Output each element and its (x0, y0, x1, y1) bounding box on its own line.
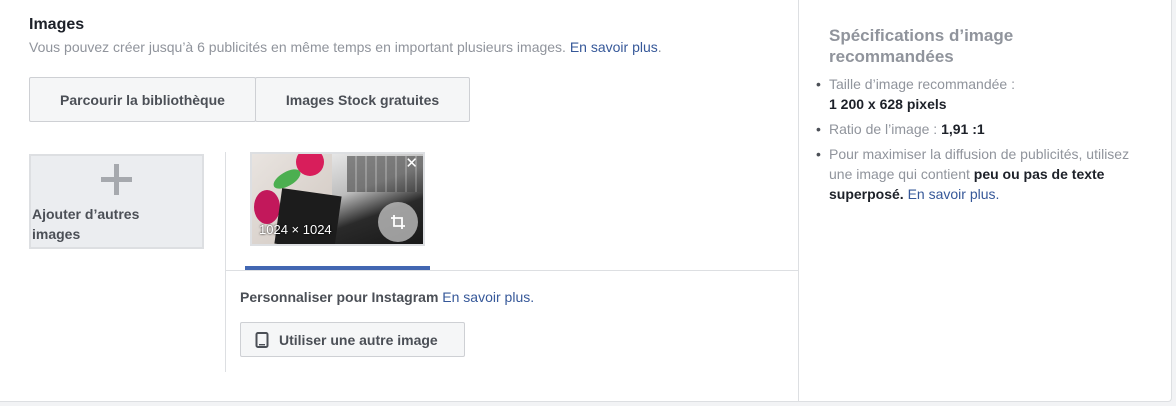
browse-library-button[interactable]: Parcourir la bibliothèque (29, 77, 256, 122)
spec-item-size: Taille d’image recommandée : 1 200 x 628… (816, 74, 1149, 114)
section-subtitle: Vous pouvez créer jusqu’à 6 publicités e… (29, 39, 662, 55)
crop-glyph (391, 215, 405, 229)
thumbnail-notebook (274, 188, 342, 244)
horizontal-divider (226, 270, 798, 271)
spec-size-text: Taille d’image recommandée : (829, 76, 1015, 92)
learn-more-link[interactable]: En savoir plus (570, 39, 658, 55)
thumbnail-flower (254, 190, 280, 224)
vertical-divider (225, 152, 226, 372)
add-images-label: Ajouter d’autres images (32, 206, 140, 242)
plus-icon (101, 164, 132, 195)
use-other-image-button[interactable]: Utiliser une autre image (240, 322, 465, 357)
section-title: Images (29, 16, 85, 33)
spec-item-text-overlay: Pour maximiser la diffusion de publicité… (816, 144, 1149, 204)
crop-icon[interactable] (378, 202, 418, 242)
image-dimensions: 1024 × 1024 (259, 222, 332, 237)
spec-ratio-text: Ratio de l’image : (829, 121, 938, 137)
image-thumbnail[interactable]: 1024 × 1024 ✕ (250, 152, 425, 246)
specs-title: Spécifications d’image recommandées (829, 26, 1014, 66)
phone-icon (255, 331, 269, 348)
subtitle-period: . (657, 39, 662, 55)
instagram-learn-more-link[interactable]: En savoir plus. (442, 289, 534, 305)
spec-learn-more-link[interactable]: En savoir plus. (908, 186, 1000, 202)
specs-panel: Spécifications d’image recommandées Tail… (798, 0, 1172, 402)
specs-list: Taille d’image recommandée : 1 200 x 628… (816, 74, 1149, 209)
instagram-customize: Personnaliser pour Instagram En savoir p… (240, 289, 534, 305)
instagram-label: Personnaliser pour Instagram (240, 289, 439, 305)
subtitle-text: Vous pouvez créer jusqu’à 6 publicités e… (29, 39, 566, 55)
spec-item-ratio: Ratio de l’image : 1,91 :1 (816, 119, 1149, 139)
close-icon[interactable]: ✕ (405, 156, 418, 172)
add-images-button[interactable]: Ajouter d’autres images (29, 154, 204, 249)
images-panel: Images Vous pouvez créer jusqu’à 6 publi… (0, 0, 798, 402)
image-settings-card: Images Vous pouvez créer jusqu’à 6 publi… (0, 0, 1172, 402)
stock-images-button[interactable]: Images Stock gratuites (255, 77, 470, 122)
spec-size-value: 1 200 x 628 pixels (829, 96, 947, 112)
spec-ratio-value: 1,91 :1 (941, 121, 985, 137)
use-other-image-label: Utiliser une autre image (279, 331, 438, 348)
